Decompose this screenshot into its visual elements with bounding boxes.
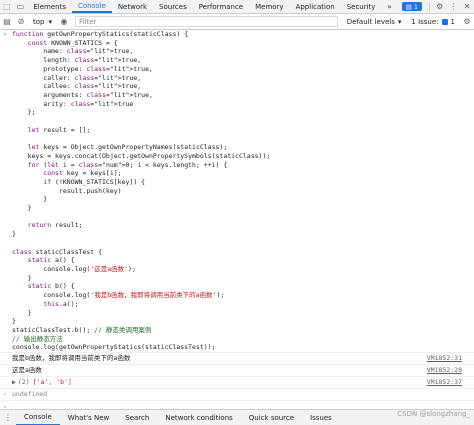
- log-levels-dropdown[interactable]: Default levels ▾: [342, 18, 407, 26]
- messages-badge[interactable]: ▤ 1: [401, 2, 423, 11]
- device-toolbar-icon[interactable]: ▭: [14, 0, 28, 13]
- input-prompt-icon: ›: [3, 30, 7, 38]
- code-text: function getOwnPropertyStatics(staticCla…: [12, 30, 271, 352]
- log-source-link[interactable]: VM1852:37: [427, 378, 462, 387]
- return-value-line: ‹ undefined: [0, 389, 474, 402]
- context-label: top: [33, 17, 45, 26]
- console-output[interactable]: › function getOwnPropertyStatics(staticC…: [0, 30, 474, 408]
- log-text: 我是b函数，我即将调用当前类下的a函数: [12, 354, 131, 363]
- return-value: undefined: [12, 390, 48, 399]
- console-input[interactable]: ›: [0, 401, 474, 408]
- expand-triangle-icon[interactable]: ▶: [12, 378, 16, 386]
- issues-button[interactable]: 1 Issue: 1: [406, 18, 460, 26]
- inspect-element-icon[interactable]: ⬚: [0, 0, 14, 13]
- array-log-line[interactable]: ▶ (2) ['a', 'b'] VM1852:37: [0, 377, 474, 390]
- chevron-down-icon: ▾: [397, 17, 402, 26]
- drawer-tab-quick-source[interactable]: Quick source: [241, 410, 302, 425]
- input-prompt-icon: ›: [3, 402, 7, 408]
- tab-elements[interactable]: Elements: [27, 0, 72, 13]
- tab-security[interactable]: Security: [341, 0, 382, 13]
- messages-count: 1: [413, 2, 419, 11]
- chevron-down-icon: ▾: [48, 17, 52, 26]
- tab-network[interactable]: Network: [112, 0, 153, 13]
- tab-performance[interactable]: Performance: [193, 0, 249, 13]
- tab-overflow-button[interactable]: »: [381, 0, 397, 13]
- gear-icon[interactable]: ⚙: [433, 0, 447, 13]
- issue-info-icon: [441, 18, 448, 25]
- drawer-tab-issues[interactable]: Issues: [302, 410, 340, 425]
- tab-console[interactable]: Console: [72, 0, 112, 13]
- drawer-menu-icon[interactable]: ⋮: [0, 413, 16, 422]
- drawer-tab-console[interactable]: Console: [16, 410, 60, 425]
- message-icon: ▤: [405, 2, 412, 11]
- tab-application[interactable]: Application: [290, 0, 341, 13]
- drawer-tab-whats-new[interactable]: What's New: [60, 410, 117, 425]
- filter-input[interactable]: Filter: [75, 16, 338, 27]
- issues-count: 1: [450, 17, 455, 26]
- console-settings-gear-icon[interactable]: ⚙: [460, 14, 474, 30]
- drawer-tab-search[interactable]: Search: [117, 410, 157, 425]
- issues-label: 1 Issue:: [411, 17, 439, 26]
- divider: [429, 2, 430, 11]
- log-line: 这是a函数 VM1852:28: [0, 365, 474, 378]
- console-toolbar: ▤ ⊘ top ▾ ◉ Filter Default levels ▾ 1 Is…: [0, 14, 474, 30]
- watermark: CSDN @slongzhang_: [397, 410, 470, 418]
- close-icon[interactable]: ✕: [460, 0, 474, 13]
- devtools-tab-bar: ⬚ ▭ Elements Console Network Sources Per…: [0, 0, 474, 14]
- show-sidebar-icon[interactable]: ▤: [0, 14, 14, 30]
- more-options-icon[interactable]: ⋮: [447, 0, 461, 13]
- clear-console-icon[interactable]: ⊘: [14, 14, 28, 30]
- tab-sources[interactable]: Sources: [153, 0, 193, 13]
- log-source-link[interactable]: VM1852:31: [427, 354, 462, 363]
- input-code-block: › function getOwnPropertyStatics(staticC…: [0, 30, 474, 354]
- tab-memory[interactable]: Memory: [249, 0, 289, 13]
- log-levels-label: Default levels: [346, 17, 395, 26]
- array-length: (2): [17, 378, 30, 387]
- log-line: 我是b函数，我即将调用当前类下的a函数 VM1852:31: [0, 353, 474, 366]
- context-selector[interactable]: top ▾: [28, 14, 57, 30]
- log-text: 这是a函数: [12, 366, 42, 375]
- eye-icon[interactable]: ◉: [57, 14, 71, 30]
- array-log-text: ▶ (2) ['a', 'b']: [12, 378, 427, 387]
- return-arrow-icon: ‹: [3, 390, 7, 399]
- drawer-tab-network-conditions[interactable]: Network conditions: [157, 410, 240, 425]
- log-source-link[interactable]: VM1852:28: [427, 366, 462, 375]
- array-items: ['a', 'b']: [32, 378, 72, 387]
